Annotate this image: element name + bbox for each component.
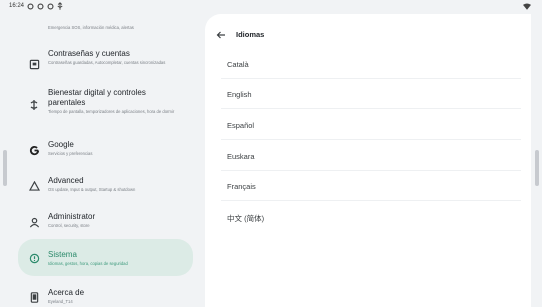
- google-icon: [28, 144, 40, 156]
- language-item-espanol[interactable]: Español: [221, 110, 521, 140]
- sidebar-item-sub: Eyeland_T14: [48, 299, 73, 304]
- sidebar-item-passwords[interactable]: Contraseñas y cuentas Contraseñas guarda…: [18, 44, 193, 84]
- sidebar-item-label: Contraseñas y cuentas: [48, 49, 130, 58]
- sidebar-item-label: Google: [48, 140, 74, 149]
- sidebar-item-emergency[interactable]: Emergencia SOS, información médica, aler…: [18, 14, 193, 34]
- wellbeing-icon: [28, 99, 40, 111]
- language-label: English: [227, 90, 252, 99]
- advanced-icon: [28, 180, 40, 192]
- language-item-chinese-simplified[interactable]: 中文 (简体): [221, 202, 521, 232]
- administrator-icon: [28, 216, 40, 228]
- languages-panel: Idiomas Català English Español Euskara F…: [205, 14, 531, 307]
- language-item-francais[interactable]: Français: [221, 171, 521, 201]
- language-label: Français: [227, 182, 256, 191]
- sidebar-item-sub: Tiempo de pantalla, temporizadores de ap…: [48, 109, 175, 114]
- sidebar-item-sub: OS update, Input & output, Startup & shu…: [48, 187, 136, 192]
- language-item-euskara[interactable]: Euskara: [221, 141, 521, 171]
- sidebar-item-about[interactable]: Acerca de Eyeland_T14: [18, 282, 193, 306]
- language-label: 中文 (简体): [227, 214, 265, 223]
- right-edge-handle[interactable]: [535, 150, 539, 186]
- sidebar-item-sub: Contraseñas guardadas, Autocompletar, cu…: [48, 60, 166, 65]
- passwords-icon: [28, 58, 40, 70]
- sidebar-item-label: Bienestar digital y controles parentales: [48, 88, 146, 107]
- sidebar-item-sub: Servicios y preferencias: [48, 151, 93, 156]
- languages-header: Idiomas: [205, 28, 531, 42]
- language-label: Euskara: [227, 152, 255, 161]
- page-title: Idiomas: [236, 30, 265, 39]
- sidebar-item-sub: Idiomas, gestos, hora, copias de segurid…: [48, 261, 128, 266]
- about-icon: [28, 291, 40, 303]
- back-arrow-icon[interactable]: [215, 29, 227, 41]
- language-label: Español: [227, 121, 255, 130]
- settings-sidebar: Emergencia SOS, información médica, aler…: [0, 0, 205, 307]
- sidebar-item-advanced[interactable]: Advanced OS update, Input & output, Star…: [18, 170, 193, 200]
- language-label: Català: [227, 60, 249, 69]
- sidebar-item-administrator[interactable]: Administrator Control, security, store: [18, 205, 193, 237]
- sidebar-item-label: Advanced: [48, 176, 84, 185]
- language-item-catala[interactable]: Català: [221, 49, 521, 79]
- language-item-english[interactable]: English: [221, 79, 521, 109]
- sidebar-item-label: Sistema: [48, 250, 77, 259]
- sidebar-item-sub: Control, security, store: [48, 223, 90, 228]
- sidebar-item-google[interactable]: Google Servicios y preferencias: [18, 136, 193, 166]
- sidebar-item-sub: Emergencia SOS, información médica, aler…: [48, 25, 134, 30]
- sidebar-item-label: Acerca de: [48, 288, 85, 297]
- sidebar-item-wellbeing[interactable]: Bienestar digital y controles parentales…: [18, 84, 193, 136]
- wifi-icon: [523, 3, 531, 10]
- sidebar-item-label: Administrator: [48, 212, 96, 221]
- sidebar-item-system[interactable]: Sistema Idiomas, gestos, hora, copias de…: [18, 239, 193, 276]
- system-icon: [28, 252, 40, 264]
